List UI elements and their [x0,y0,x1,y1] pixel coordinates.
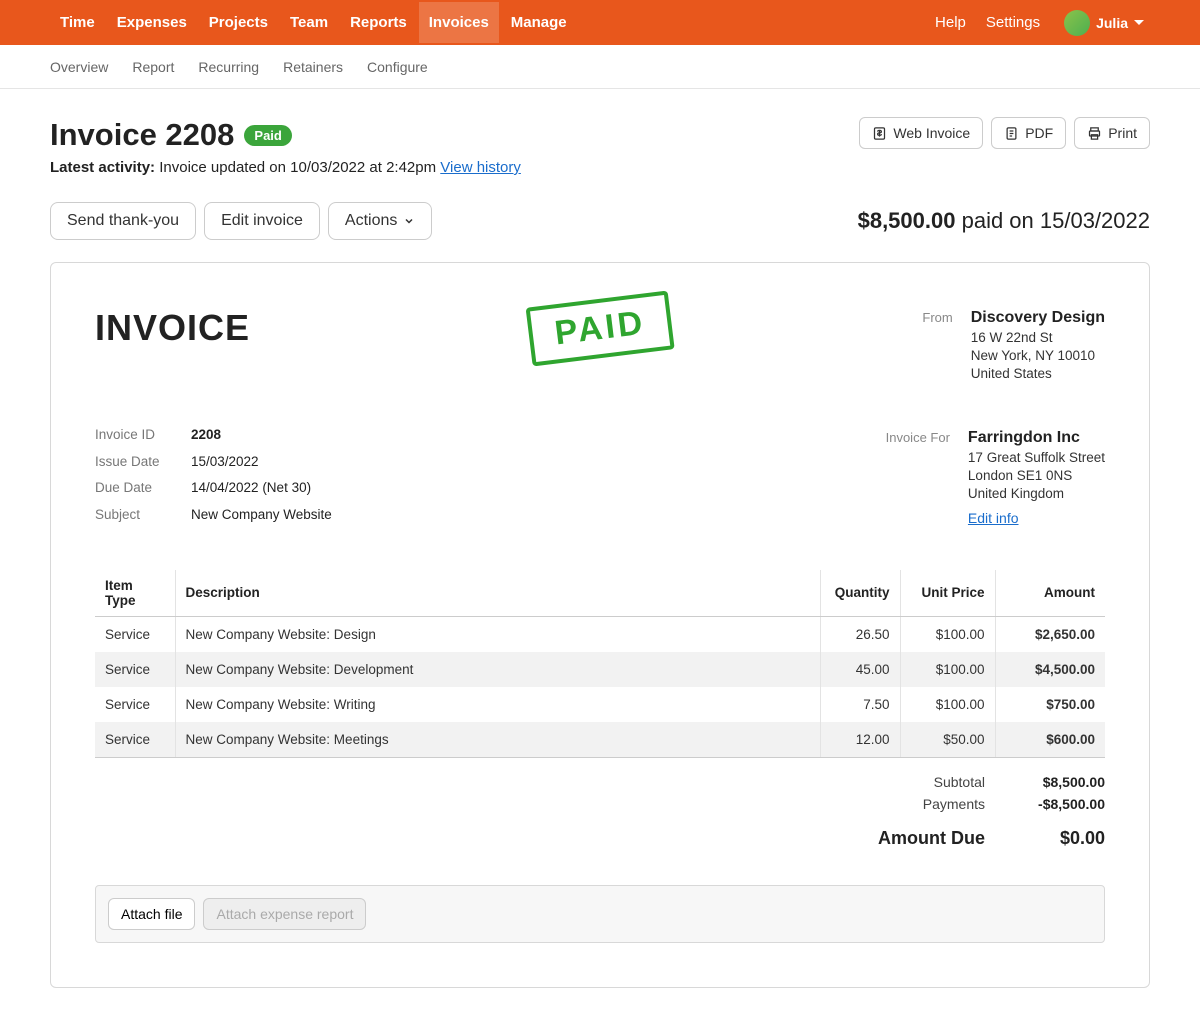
actions-dropdown[interactable]: Actions [328,202,432,240]
activity-label: Latest activity: [50,159,155,176]
cell-price: $50.00 [900,722,995,758]
payments-value: -$8,500.00 [1038,796,1105,812]
invoice-totals: Subtotal $8,500.00 Payments -$8,500.00 A… [95,774,1105,849]
nav-invoices[interactable]: Invoices [419,2,499,43]
col-description: Description [175,570,820,617]
document-icon [1004,126,1019,141]
top-nav-right: HelpSettings Julia [925,10,1150,36]
pdf-button[interactable]: PDF [991,117,1066,149]
activity-line: Latest activity: Invoice updated on 10/0… [50,159,521,176]
printer-icon [1087,126,1102,141]
amount-due-value: $0.00 [1060,828,1105,849]
send-thank-you-button[interactable]: Send thank-you [50,202,196,240]
cell-desc: New Company Website: Design [175,616,820,652]
invoice-heading: INVOICE [95,307,250,349]
export-buttons: Web Invoice PDF Print [859,117,1150,149]
invoice-for-label: Invoice For [886,427,950,525]
paid-date-text: paid on 15/03/2022 [962,208,1150,233]
subtotal-value: $8,500.00 [1043,774,1105,790]
invoice-card: INVOICE PAID From Discovery Design 16 W … [50,262,1150,988]
top-nav-left: TimeExpensesProjectsTeamReportsInvoicesM… [50,2,577,43]
nav-reports[interactable]: Reports [340,2,417,43]
cell-desc: New Company Website: Development [175,652,820,687]
page-content: Invoice 2208 Paid Latest activity: Invoi… [0,89,1200,1016]
subnav-retainers[interactable]: Retainers [283,59,343,75]
line-item-row: ServiceNew Company Website: Development4… [95,652,1105,687]
cell-amount: $750.00 [995,687,1105,722]
line-items-table: Item Type Description Quantity Unit Pric… [95,570,1105,758]
top-nav: TimeExpensesProjectsTeamReportsInvoicesM… [0,0,1200,45]
dollar-document-icon [872,126,887,141]
cell-type: Service [95,616,175,652]
view-history-link[interactable]: View history [440,159,521,176]
nav-help[interactable]: Help [925,2,976,43]
nav-expenses[interactable]: Expenses [107,2,197,43]
page-title: Invoice 2208 [50,117,234,153]
invoice-meta: Invoice ID 2208 Issue Date 15/03/2022 Du… [95,427,332,525]
col-unit-price: Unit Price [900,570,995,617]
activity-text: Invoice updated on 10/03/2022 at 2:42pm [159,159,436,176]
from-address: Discovery Design 16 W 22nd St New York, … [971,307,1105,383]
paid-summary: $8,500.00 paid on 15/03/2022 [858,208,1150,234]
col-amount: Amount [995,570,1105,617]
avatar [1064,10,1090,36]
nav-time[interactable]: Time [50,2,105,43]
cell-amount: $2,650.00 [995,616,1105,652]
issue-date: 15/03/2022 [191,454,332,473]
cell-type: Service [95,652,175,687]
cell-type: Service [95,722,175,758]
cell-qty: 45.00 [820,652,900,687]
cell-qty: 7.50 [820,687,900,722]
cell-amount: $4,500.00 [995,652,1105,687]
cell-type: Service [95,687,175,722]
user-name: Julia [1096,15,1128,31]
attachments-box: Attach file Attach expense report [95,885,1105,943]
due-date: 14/04/2022 (Net 30) [191,480,332,499]
paid-stamp: PAID [526,291,675,367]
edit-invoice-button[interactable]: Edit invoice [204,202,320,240]
user-menu[interactable]: Julia [1052,10,1150,36]
chevron-down-icon [403,215,415,227]
cell-price: $100.00 [900,687,995,722]
cell-price: $100.00 [900,616,995,652]
subnav-recurring[interactable]: Recurring [198,59,259,75]
edit-info-link[interactable]: Edit info [968,510,1019,526]
paid-amount: $8,500.00 [858,208,956,233]
cell-desc: New Company Website: Meetings [175,722,820,758]
nav-manage[interactable]: Manage [501,2,577,43]
subject: New Company Website [191,507,332,526]
web-invoice-button[interactable]: Web Invoice [859,117,983,149]
cell-amount: $600.00 [995,722,1105,758]
cell-qty: 26.50 [820,616,900,652]
attach-expense-report-button: Attach expense report [203,898,366,930]
sub-nav: Overview Report Recurring Retainers Configur… [0,45,1200,89]
line-item-row: ServiceNew Company Website: Meetings12.0… [95,722,1105,758]
invoice-id: 2208 [191,427,332,446]
chevron-down-icon [1134,20,1144,25]
cell-price: $100.00 [900,652,995,687]
col-item-type: Item Type [95,570,175,617]
subnav-overview[interactable]: Overview [50,59,108,75]
subnav-configure[interactable]: Configure [367,59,428,75]
col-quantity: Quantity [820,570,900,617]
status-badge: Paid [244,125,291,146]
nav-settings[interactable]: Settings [976,2,1050,43]
print-button[interactable]: Print [1074,117,1150,149]
attach-file-button[interactable]: Attach file [108,898,195,930]
from-label: From [922,307,952,383]
cell-qty: 12.00 [820,722,900,758]
line-item-row: ServiceNew Company Website: Design26.50$… [95,616,1105,652]
invoice-for-address: Farringdon Inc 17 Great Suffolk Street L… [968,427,1105,525]
line-item-row: ServiceNew Company Website: Writing7.50$… [95,687,1105,722]
cell-desc: New Company Website: Writing [175,687,820,722]
nav-team[interactable]: Team [280,2,338,43]
nav-projects[interactable]: Projects [199,2,278,43]
subnav-report[interactable]: Report [132,59,174,75]
